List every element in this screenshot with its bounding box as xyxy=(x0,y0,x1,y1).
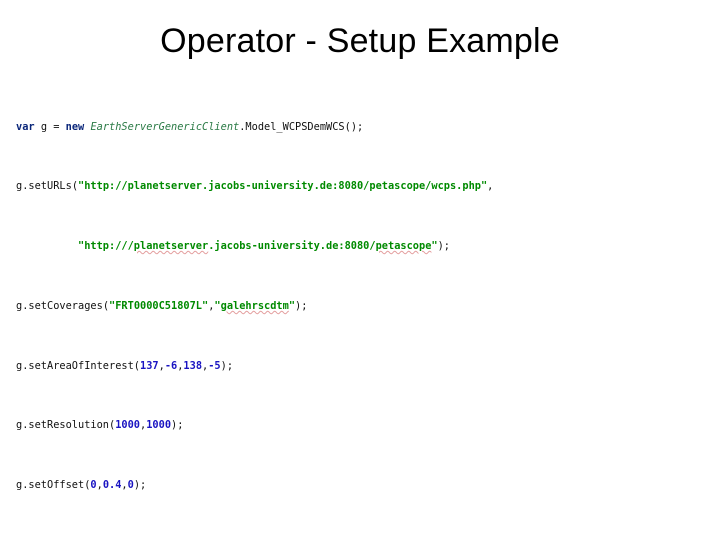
code-line: g.setResolution(1000,1000); xyxy=(16,418,704,433)
method-setcoverages: setCoverages xyxy=(28,300,102,312)
string-url: "http://planetserver.jacobs-university.d… xyxy=(78,180,487,192)
code-line: "http:///planetserver.jacobs-university.… xyxy=(16,239,704,254)
code-line: g.setAreaOfInterest(137,-6,138,-5); xyxy=(16,359,704,374)
code-block: var g = new EarthServerGenericClient.Mod… xyxy=(0,75,720,540)
keyword-var: var xyxy=(16,121,35,133)
code-line: g.setCoverages("FRT0000C51807L","galehrs… xyxy=(16,299,704,314)
method-setresolution: setResolution xyxy=(28,419,109,431)
type-name: EarthServerGenericClient xyxy=(90,121,239,133)
code-line: var g = new EarthServerGenericClient.Mod… xyxy=(16,120,704,135)
slide-title: Operator - Setup Example xyxy=(0,0,720,75)
code-line: g.setURLs("http://planetserver.jacobs-un… xyxy=(16,179,704,194)
method-setoffset: setOffset xyxy=(28,479,84,491)
method-seturls: setURLs xyxy=(28,180,71,192)
slide: Operator - Setup Example var g = new Ear… xyxy=(0,0,720,540)
model-name: .Model_WCPSDemWCS xyxy=(239,121,344,133)
code-line: g.setOffset(0,0.4,0); xyxy=(16,478,704,493)
method-setareaofinterest: setAreaOfInterest xyxy=(28,360,133,372)
keyword-new: new xyxy=(66,121,85,133)
